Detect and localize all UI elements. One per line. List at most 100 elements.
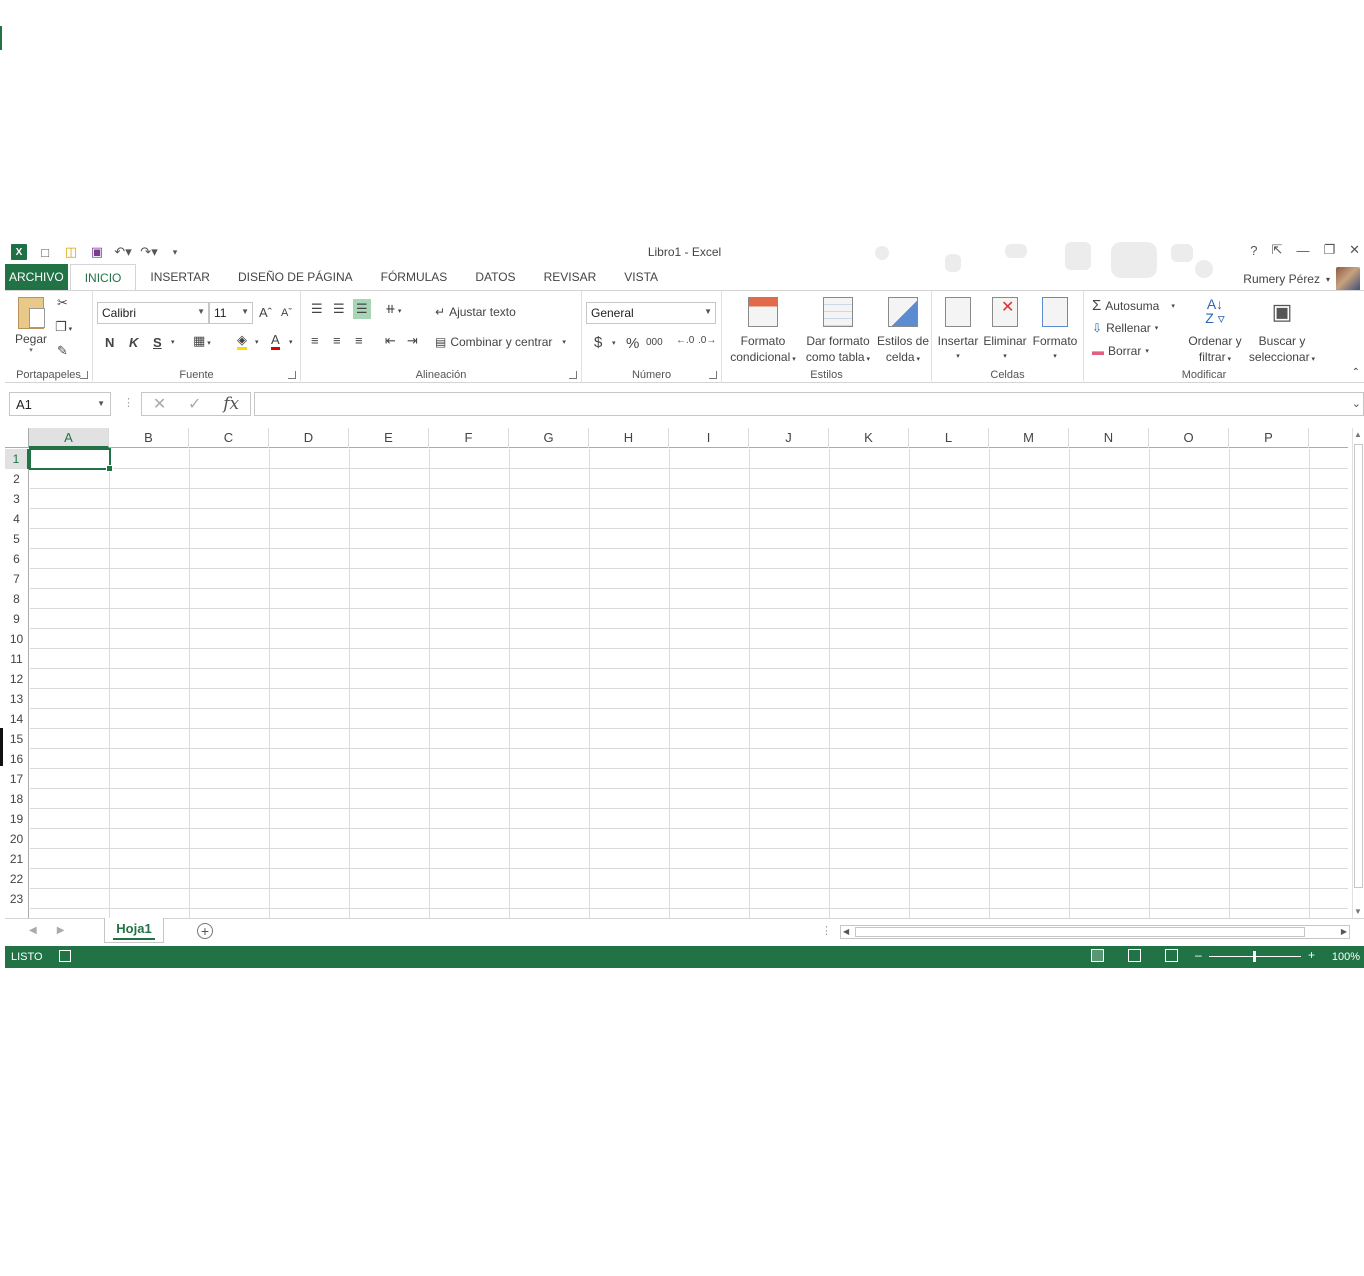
grow-font-icon[interactable]: Aˆ bbox=[259, 305, 272, 320]
find-select-button[interactable]: ▣ Buscar y seleccionar ▾ bbox=[1246, 297, 1318, 368]
enter-icon[interactable]: ✓ bbox=[188, 394, 201, 414]
cell-styles-button[interactable]: Estilos de celda ▾ bbox=[876, 297, 930, 368]
row-header[interactable]: 14 bbox=[5, 709, 29, 729]
row-header[interactable]: 15 bbox=[5, 729, 29, 749]
tab-review[interactable]: REVISAR bbox=[530, 264, 611, 290]
row-header[interactable]: 16 bbox=[5, 749, 29, 769]
column-header[interactable]: L bbox=[909, 428, 989, 448]
row-header[interactable]: 8 bbox=[5, 589, 29, 609]
collapse-ribbon-icon[interactable]: ⌃ bbox=[1352, 367, 1360, 378]
column-header[interactable]: K bbox=[829, 428, 909, 448]
format-painter-icon[interactable]: ✎ bbox=[57, 343, 68, 359]
row-header[interactable]: 22 bbox=[5, 869, 29, 889]
font-size-select[interactable]: 11 ▼ bbox=[209, 302, 253, 324]
column-header[interactable]: G bbox=[509, 428, 589, 448]
zoom-level[interactable]: 100% bbox=[1332, 951, 1360, 963]
decrease-decimal-icon[interactable]: .0→ bbox=[698, 335, 716, 346]
tab-file[interactable]: ARCHIVO bbox=[5, 264, 68, 290]
zoom-slider[interactable]: – + bbox=[1195, 948, 1315, 964]
clear-button[interactable]: ▬ Borrar ▾ bbox=[1092, 344, 1149, 358]
align-bottom-icon[interactable]: ☰ bbox=[353, 299, 371, 319]
increase-decimal-icon[interactable]: ←.0 bbox=[676, 335, 694, 346]
zoom-in-icon[interactable]: + bbox=[1308, 948, 1315, 962]
scroll-left-icon[interactable]: ◀ bbox=[843, 927, 849, 936]
delete-cells-button[interactable]: ✕ Eliminar ▾ bbox=[982, 297, 1028, 365]
column-header[interactable]: D bbox=[269, 428, 349, 448]
row-header[interactable]: 1 bbox=[5, 449, 29, 469]
column-header[interactable]: H bbox=[589, 428, 669, 448]
fill-button[interactable]: ⇩ Rellenar ▾ bbox=[1092, 321, 1158, 335]
cut-icon[interactable]: ✂ bbox=[57, 295, 68, 311]
cell-area[interactable] bbox=[30, 449, 1348, 918]
column-header-partial[interactable] bbox=[1309, 428, 1348, 448]
insert-function-button[interactable]: fx bbox=[223, 394, 239, 414]
column-header[interactable]: B bbox=[109, 428, 189, 448]
worksheet-grid[interactable]: A B C D E F G H I J K L M N O P 1 2 3 4 … bbox=[5, 428, 1348, 918]
number-format-select[interactable]: General ▼ bbox=[586, 302, 716, 324]
row-header[interactable]: 21 bbox=[5, 849, 29, 869]
minimize-icon[interactable]: — bbox=[1296, 243, 1309, 258]
decrease-indent-icon[interactable]: ⇤ bbox=[385, 333, 396, 349]
borders-icon[interactable]: ▦ ▾ bbox=[193, 333, 211, 349]
row-header[interactable]: 13 bbox=[5, 689, 29, 709]
zoom-knob[interactable] bbox=[1253, 951, 1256, 962]
merge-center-button[interactable]: ▤ Combinar y centrar ▾ bbox=[435, 335, 566, 349]
cancel-icon[interactable]: ✕ bbox=[153, 394, 166, 414]
paste-button[interactable]: Pegar ▾ bbox=[9, 297, 53, 355]
formula-input[interactable]: ⌄ bbox=[254, 392, 1364, 416]
column-header[interactable]: P bbox=[1229, 428, 1309, 448]
row-header[interactable]: 17 bbox=[5, 769, 29, 789]
column-header[interactable]: E bbox=[349, 428, 429, 448]
font-name-select[interactable]: Calibri ▼ bbox=[97, 302, 209, 324]
align-left-icon[interactable]: ≡ bbox=[311, 333, 319, 348]
user-account[interactable]: Rumery Pérez ▾ bbox=[1243, 267, 1360, 291]
row-header[interactable]: 5 bbox=[5, 529, 29, 549]
shrink-font-icon[interactable]: Aˇ bbox=[281, 307, 292, 319]
tab-view[interactable]: VISTA bbox=[610, 264, 672, 290]
page-layout-view-icon[interactable] bbox=[1128, 949, 1141, 962]
sheet-tab[interactable]: Hoja1 bbox=[104, 918, 164, 943]
column-header[interactable]: I bbox=[669, 428, 749, 448]
align-middle-icon[interactable]: ☰ bbox=[333, 301, 345, 317]
row-header[interactable]: 2 bbox=[5, 469, 29, 489]
row-header[interactable]: 19 bbox=[5, 809, 29, 829]
page-break-view-icon[interactable] bbox=[1165, 949, 1178, 962]
zoom-out-icon[interactable]: – bbox=[1195, 948, 1202, 962]
row-header[interactable]: 20 bbox=[5, 829, 29, 849]
normal-view-icon[interactable] bbox=[1091, 949, 1104, 962]
conditional-format-button[interactable]: Formato condicional ▾ bbox=[726, 297, 800, 368]
wrap-text-button[interactable]: ↵ Ajustar texto bbox=[435, 305, 516, 319]
align-right-icon[interactable]: ≡ bbox=[355, 333, 363, 348]
horizontal-scrollbar[interactable]: ◀ ▶ bbox=[840, 925, 1350, 939]
formula-bar-grip-icon[interactable]: ⋮ bbox=[123, 396, 134, 409]
column-header[interactable]: M bbox=[989, 428, 1069, 448]
italic-button[interactable]: K bbox=[129, 335, 138, 350]
row-header[interactable]: 18 bbox=[5, 789, 29, 809]
vertical-scrollbar[interactable]: ▲ ▼ bbox=[1352, 428, 1364, 918]
horizontal-scroll-thumb[interactable] bbox=[855, 927, 1305, 937]
help-icon[interactable]: ? bbox=[1250, 243, 1257, 258]
chevron-down-icon[interactable]: ▾ bbox=[255, 338, 259, 346]
row-header[interactable]: 12 bbox=[5, 669, 29, 689]
autosum-button[interactable]: Σ Autosuma ▾ bbox=[1092, 297, 1175, 314]
row-header[interactable]: 11 bbox=[5, 649, 29, 669]
tab-split-grip-icon[interactable]: ⋮ bbox=[821, 924, 832, 937]
number-launcher-icon[interactable] bbox=[709, 371, 717, 379]
underline-button[interactable]: S bbox=[153, 335, 162, 350]
row-header[interactable]: 4 bbox=[5, 509, 29, 529]
row-header-partial[interactable] bbox=[5, 909, 29, 918]
sort-filter-button[interactable]: A↓ Z ▿ Ordenar y filtrar ▾ bbox=[1186, 297, 1244, 368]
tab-insert[interactable]: INSERTAR bbox=[136, 264, 224, 290]
format-cells-button[interactable]: Formato ▾ bbox=[1030, 297, 1080, 365]
align-center-icon[interactable]: ≡ bbox=[333, 333, 341, 348]
tab-formulas[interactable]: FÓRMULAS bbox=[367, 264, 462, 290]
scroll-up-icon[interactable]: ▲ bbox=[1354, 430, 1362, 439]
alignment-launcher-icon[interactable] bbox=[569, 371, 577, 379]
tab-data[interactable]: DATOS bbox=[461, 264, 529, 290]
vertical-scroll-thumb[interactable] bbox=[1354, 444, 1363, 888]
row-header[interactable]: 3 bbox=[5, 489, 29, 509]
row-header[interactable]: 10 bbox=[5, 629, 29, 649]
chevron-down-icon[interactable]: ▾ bbox=[289, 338, 293, 346]
active-cell[interactable] bbox=[29, 448, 113, 472]
add-sheet-icon[interactable]: + bbox=[197, 923, 213, 939]
